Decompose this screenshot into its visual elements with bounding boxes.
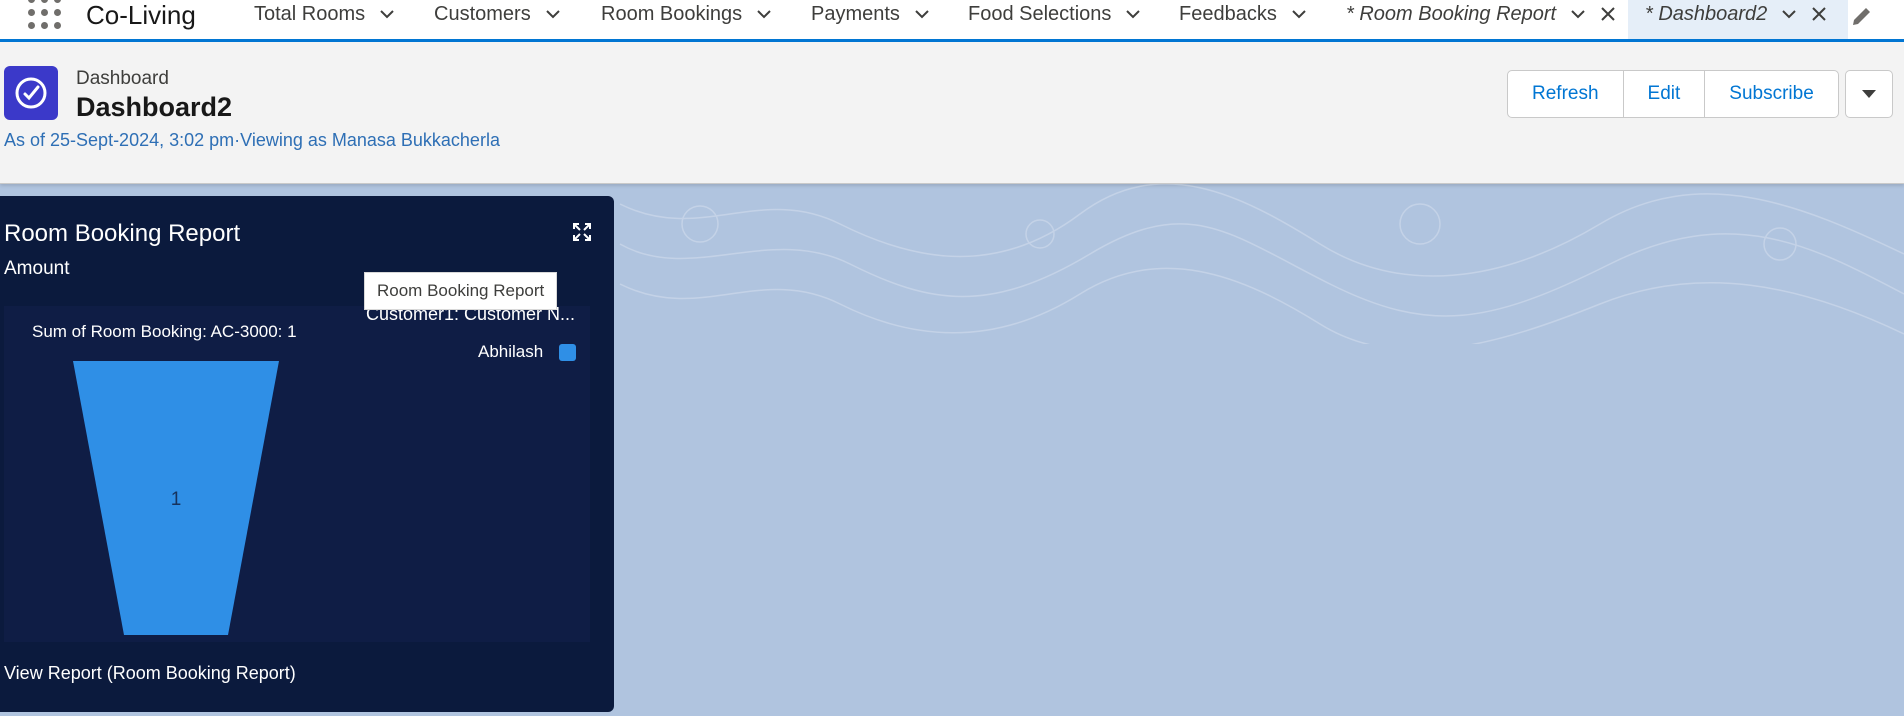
chevron-down-icon[interactable] — [914, 6, 930, 22]
chevron-down-icon — [1861, 90, 1876, 98]
app-launcher-icon[interactable] — [26, 0, 66, 36]
legend-label: Abhilash — [478, 342, 544, 361]
nav-item-label: Room Bookings — [601, 3, 743, 25]
nav-item-label: Food Selections — [968, 3, 1112, 25]
nav-item-room-bookings[interactable]: Room Bookings — [601, 0, 772, 39]
chevron-down-icon[interactable] — [1781, 6, 1797, 22]
report-widget: Room Booking Report Amount Sum of Room B… — [0, 196, 614, 712]
header-actions: Refresh Edit Subscribe — [1507, 70, 1893, 118]
nav-item-label: Customers — [434, 3, 531, 25]
page-header: Dashboard Dashboard2 As of 25-Sept-2024,… — [0, 42, 1904, 184]
nav-item-payments[interactable]: Payments — [811, 0, 930, 39]
refresh-button[interactable]: Refresh — [1507, 70, 1624, 118]
nav-item-label: Payments — [811, 3, 900, 25]
view-report-link[interactable]: View Report (Room Booking Report) — [4, 663, 296, 684]
dashboard-icon — [4, 66, 58, 120]
nav-item-total-rooms[interactable]: Total Rooms — [254, 0, 395, 39]
top-navigation: Co-Living Total Rooms Customers Room Boo… — [0, 0, 1904, 42]
legend-swatch — [559, 343, 577, 361]
tab-label: * Dashboard2 — [1645, 3, 1768, 25]
tooltip: Room Booking Report — [364, 272, 558, 310]
nav-item-feedbacks[interactable]: Feedbacks — [1179, 0, 1307, 39]
chevron-down-icon[interactable] — [1125, 6, 1141, 22]
funnel-data-label: 1 — [171, 489, 182, 510]
nav-item-customers[interactable]: Customers — [434, 0, 561, 39]
breadcrumb: Dashboard — [76, 68, 169, 89]
nav-item-food-selections[interactable]: Food Selections — [968, 0, 1141, 39]
tab-room-booking-report[interactable]: * Room Booking Report — [1346, 0, 1616, 39]
dashboard-meta: As of 25-Sept-2024, 3:02 pm·Viewing as M… — [4, 130, 500, 150]
close-icon[interactable] — [1811, 6, 1827, 22]
chevron-down-icon[interactable] — [1570, 6, 1586, 22]
edit-button[interactable]: Edit — [1622, 70, 1706, 118]
chevron-down-icon[interactable] — [756, 6, 772, 22]
edit-nav-pencil-icon[interactable] — [1850, 4, 1874, 28]
more-actions-button[interactable] — [1844, 70, 1893, 118]
nav-item-label: Feedbacks — [1179, 3, 1277, 25]
page-title: Dashboard2 — [76, 92, 233, 122]
legend-item[interactable]: Abhilash — [478, 342, 577, 362]
tab-label: * Room Booking Report — [1346, 3, 1557, 25]
nav-item-label: Total Rooms — [254, 3, 366, 25]
chevron-down-icon[interactable] — [545, 6, 561, 22]
subscribe-button[interactable]: Subscribe — [1704, 70, 1839, 118]
chevron-down-icon[interactable] — [379, 6, 395, 22]
close-icon[interactable] — [1600, 6, 1616, 22]
app-name: Co-Living — [86, 0, 196, 30]
tab-dashboard2[interactable]: * Dashboard2 — [1628, 0, 1848, 39]
chevron-down-icon[interactable] — [1291, 6, 1307, 22]
